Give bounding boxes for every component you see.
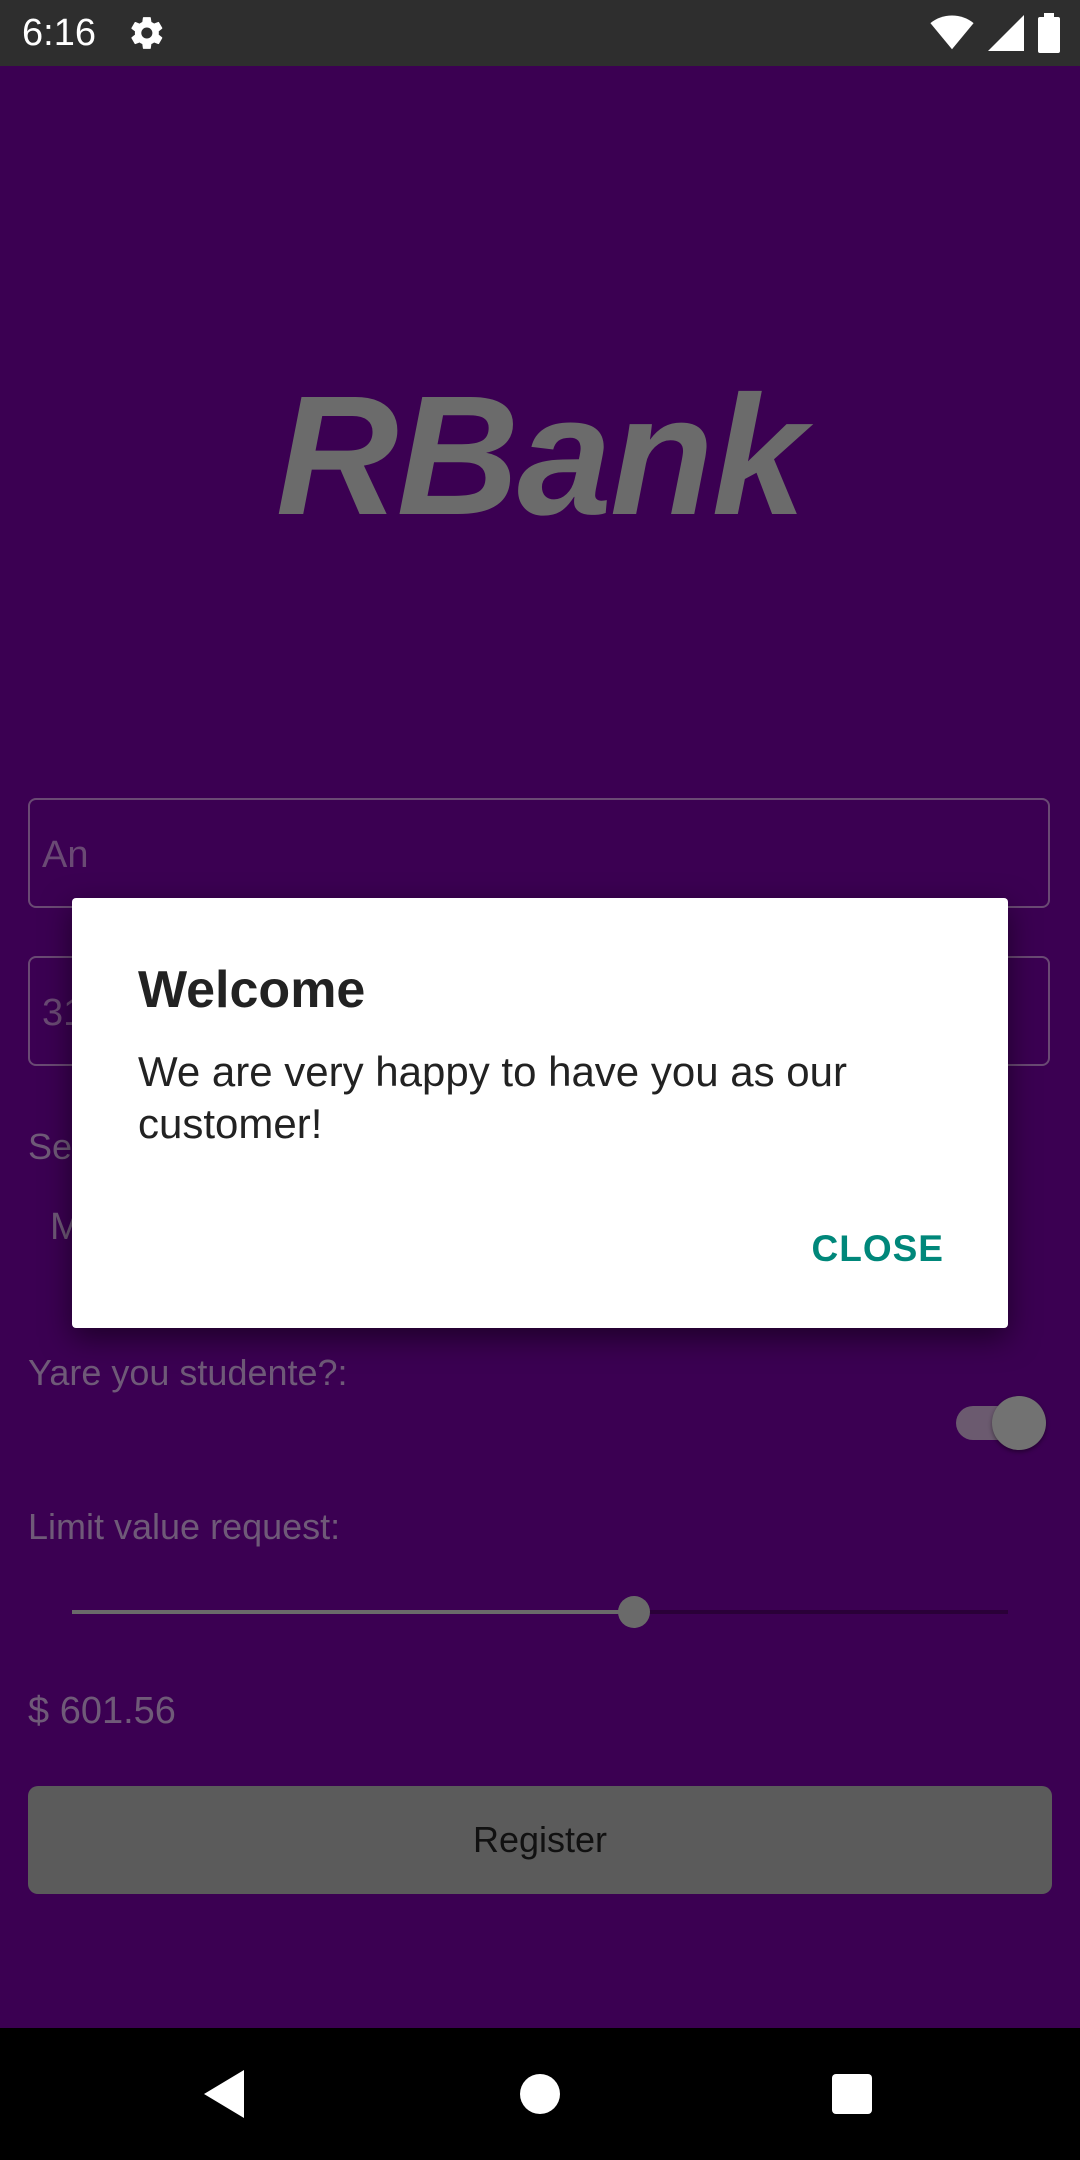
battery-icon [1038,13,1060,53]
back-icon[interactable] [196,2064,256,2124]
welcome-dialog: Welcome We are very happy to have you as… [72,898,1008,1328]
name-field-value: An [42,834,89,876]
status-bar: 6:16 [0,0,1080,66]
switch-thumb [992,1396,1046,1450]
student-label: Yare you studente?: [28,1352,348,1393]
student-switch[interactable] [956,1392,1046,1452]
app-logo: RBank [275,361,806,551]
name-field[interactable]: An [28,798,1050,908]
dialog-message: We are very happy to have you as our cus… [138,1048,847,1147]
limit-label: Limit value request: [28,1506,341,1547]
screen: 6:16 RBank An 31 Se M Yare you studente?… [0,0,1080,2160]
app-screen: RBank An 31 Se M Yare you studente?: Lim… [0,66,1080,2028]
signal-icon [988,15,1024,51]
slider-thumb[interactable] [617,1596,650,1628]
navigation-bar [0,2028,1080,2160]
gear-icon [131,17,163,49]
recents-icon[interactable] [822,2064,882,2124]
limit-amount: $ 601.56 [28,1690,176,1732]
status-time: 6:16 [22,12,96,54]
home-icon[interactable] [510,2064,570,2124]
slider-fill [72,1610,634,1614]
dialog-title: Welcome [138,961,366,1019]
close-button[interactable]: CLOSE [812,1228,944,1270]
select-label: Se [28,1126,73,1167]
register-button[interactable]: Register [28,1786,1052,1894]
status-icons [930,12,1060,54]
wifi-icon [930,15,974,50]
limit-slider[interactable] [72,1582,1008,1642]
